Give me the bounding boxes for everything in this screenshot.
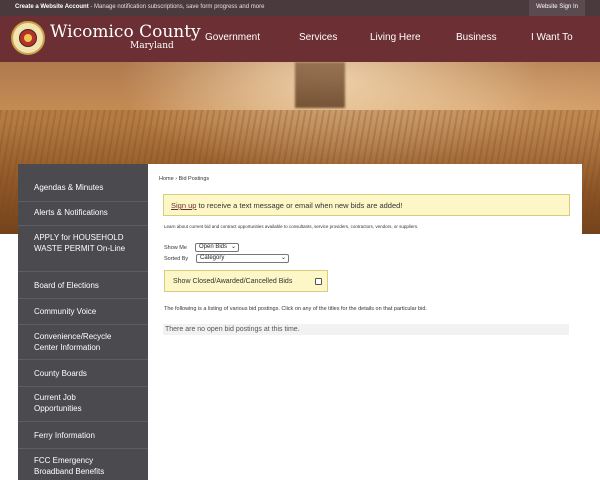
create-account-promo: Create a Website Account - Manage notifi… — [15, 4, 264, 10]
nav-item-i-want-to[interactable]: I Want To — [531, 32, 573, 43]
chevron-down-icon: ⌄ — [230, 244, 236, 250]
sidebar-item-job-opportunities[interactable]: Current Job Opportunities — [34, 392, 114, 414]
sidebar-item-county-boards[interactable]: County Boards — [34, 368, 144, 379]
sidebar-item-ferry-information[interactable]: Ferry Information — [34, 430, 144, 441]
hero-harvester-image — [295, 62, 345, 108]
signup-banner-text: to receive a text message or email when … — [196, 201, 403, 210]
sidebar-divider — [18, 271, 148, 272]
chevron-down-icon: ⌄ — [280, 255, 286, 261]
show-closed-bids-toggle: Show Closed/Awarded/Cancelled Bids — [164, 270, 328, 292]
sidebar-item-board-of-elections[interactable]: Board of Elections — [34, 280, 144, 291]
nav-item-business[interactable]: Business — [456, 32, 497, 43]
sidebar-divider — [18, 298, 148, 299]
bid-intro-text: Learn about current bid and contract opp… — [164, 224, 419, 229]
breadcrumb: Home › Bid Postings — [159, 176, 209, 182]
sidebar-divider — [18, 359, 148, 360]
show-me-label: Show Me — [164, 245, 187, 251]
notify-signup-banner: Sign up to receive a text message or ema… — [163, 194, 570, 216]
utility-bar: Create a Website Account - Manage notifi… — [0, 0, 600, 16]
sidebar-item-community-voice[interactable]: Community Voice — [34, 306, 144, 317]
create-account-link[interactable]: Create a Website Account — [15, 4, 89, 10]
show-closed-bids-checkbox[interactable] — [315, 278, 322, 285]
show-me-value: Open Bids — [199, 244, 228, 250]
nav-item-services[interactable]: Services — [299, 32, 337, 43]
nav-item-government[interactable]: Government — [205, 32, 260, 43]
sidebar-divider — [18, 421, 148, 422]
sign-up-link[interactable]: Sign up — [171, 201, 196, 210]
sidebar-item-alerts-notifications[interactable]: Alerts & Notifications — [34, 207, 144, 218]
sidebar-nav: Agendas & Minutes Alerts & Notifications… — [18, 164, 148, 480]
sidebar-divider — [18, 324, 148, 325]
sidebar-divider — [18, 386, 148, 387]
breadcrumb-home-link[interactable]: Home — [159, 176, 174, 182]
listing-description: The following is a listing of various bi… — [164, 306, 427, 312]
no-bids-message: There are no open bid postings at this t… — [163, 324, 569, 335]
sorted-by-select[interactable]: Category ⌄ — [196, 254, 289, 263]
show-closed-bids-label: Show Closed/Awarded/Cancelled Bids — [173, 278, 293, 285]
county-seal-logo[interactable] — [11, 21, 45, 55]
nav-item-living-here[interactable]: Living Here — [370, 32, 421, 43]
main-content: Home › Bid Postings Sign up to receive a… — [148, 164, 582, 480]
site-title: Wicomico County — [50, 22, 201, 42]
sidebar-item-fcc-broadband[interactable]: FCC Emergency Broadband Benefits — [34, 455, 126, 477]
sorted-by-label: Sorted By — [164, 256, 189, 262]
sidebar-item-convenience-recycle[interactable]: Convenience/Recycle Center Information — [34, 331, 130, 353]
sidebar-divider — [18, 448, 148, 449]
sidebar-divider — [18, 201, 148, 202]
seal-emblem — [19, 29, 37, 47]
site-brand[interactable]: Wicomico County Maryland — [50, 22, 201, 51]
breadcrumb-current: Bid Postings — [178, 176, 210, 182]
sorted-by-value: Category — [200, 255, 225, 261]
create-account-description: - Manage notification subscriptions, sav… — [88, 4, 265, 10]
show-me-select[interactable]: Open Bids ⌄ — [195, 243, 239, 252]
sidebar-divider — [18, 225, 148, 226]
sidebar-item-agendas-minutes[interactable]: Agendas & Minutes — [34, 182, 144, 193]
site-header: Wicomico County Maryland Government Serv… — [0, 16, 600, 62]
site-subtitle: Maryland — [130, 41, 174, 51]
sign-in-button[interactable]: Website Sign In — [529, 0, 585, 16]
sidebar-item-household-waste-permit[interactable]: APPLY for HOUSEHOLD WASTE PERMIT On-Line — [34, 232, 130, 254]
